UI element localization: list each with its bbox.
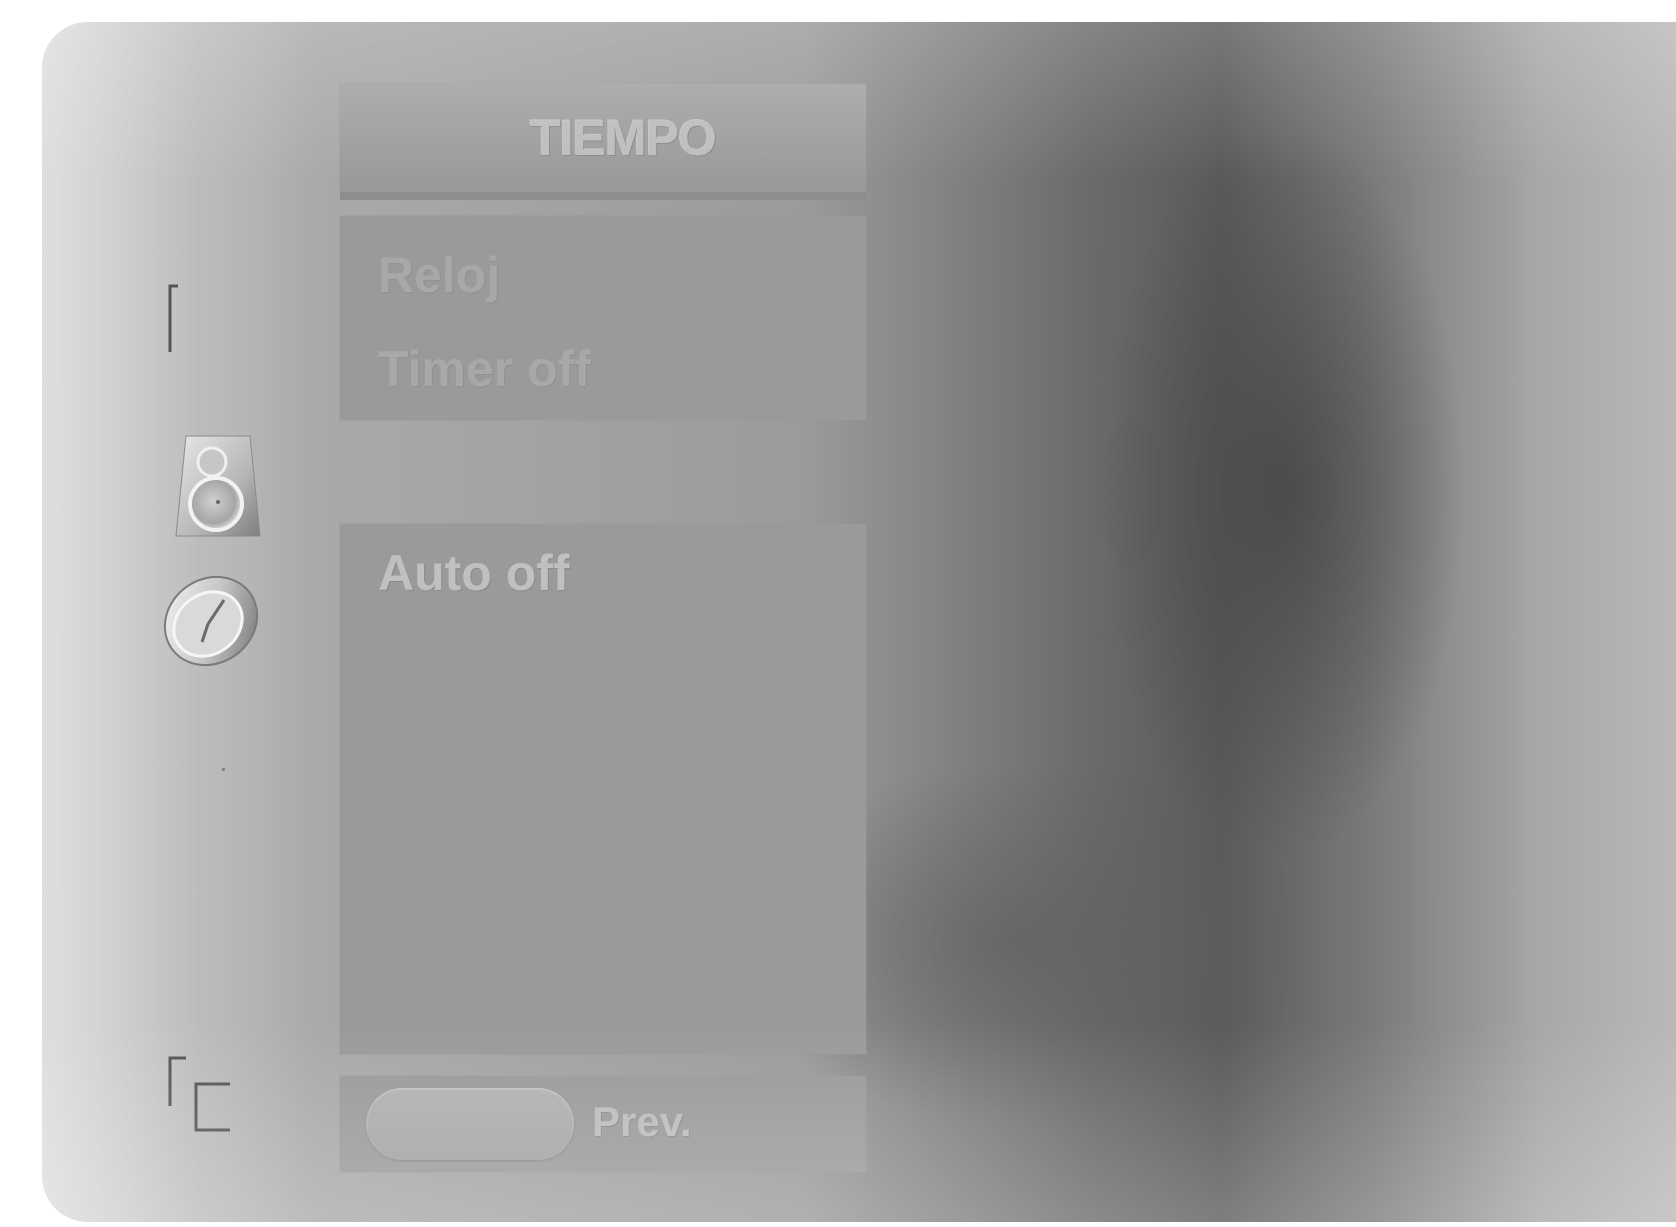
prev-label: Prev. (592, 1098, 692, 1145)
bracket-icon (168, 284, 178, 352)
menu-title: TIEMPO (530, 110, 717, 166)
decorative-dot (222, 768, 225, 771)
menu-item-reloj[interactable]: Reloj (378, 246, 500, 304)
speaker-icon[interactable] (174, 432, 264, 540)
tv-screen: TIEMPO Reloj Timer off Auto off Prev. (42, 22, 1676, 1222)
menu-item-timer-off[interactable]: Timer off (378, 340, 591, 398)
prev-button[interactable] (366, 1088, 574, 1160)
menu-title-bar: TIEMPO (340, 84, 866, 192)
footer-bar: Prev. (340, 1076, 866, 1172)
submenu-panel: Reloj Timer off (340, 216, 866, 420)
option-auto-off[interactable]: Auto off (378, 544, 570, 602)
clock-icon[interactable] (158, 570, 264, 672)
title-divider (340, 192, 866, 200)
corner-bracket-icon (168, 1056, 230, 1132)
options-panel: Auto off (340, 524, 866, 1054)
icon-rail (42, 22, 302, 1222)
